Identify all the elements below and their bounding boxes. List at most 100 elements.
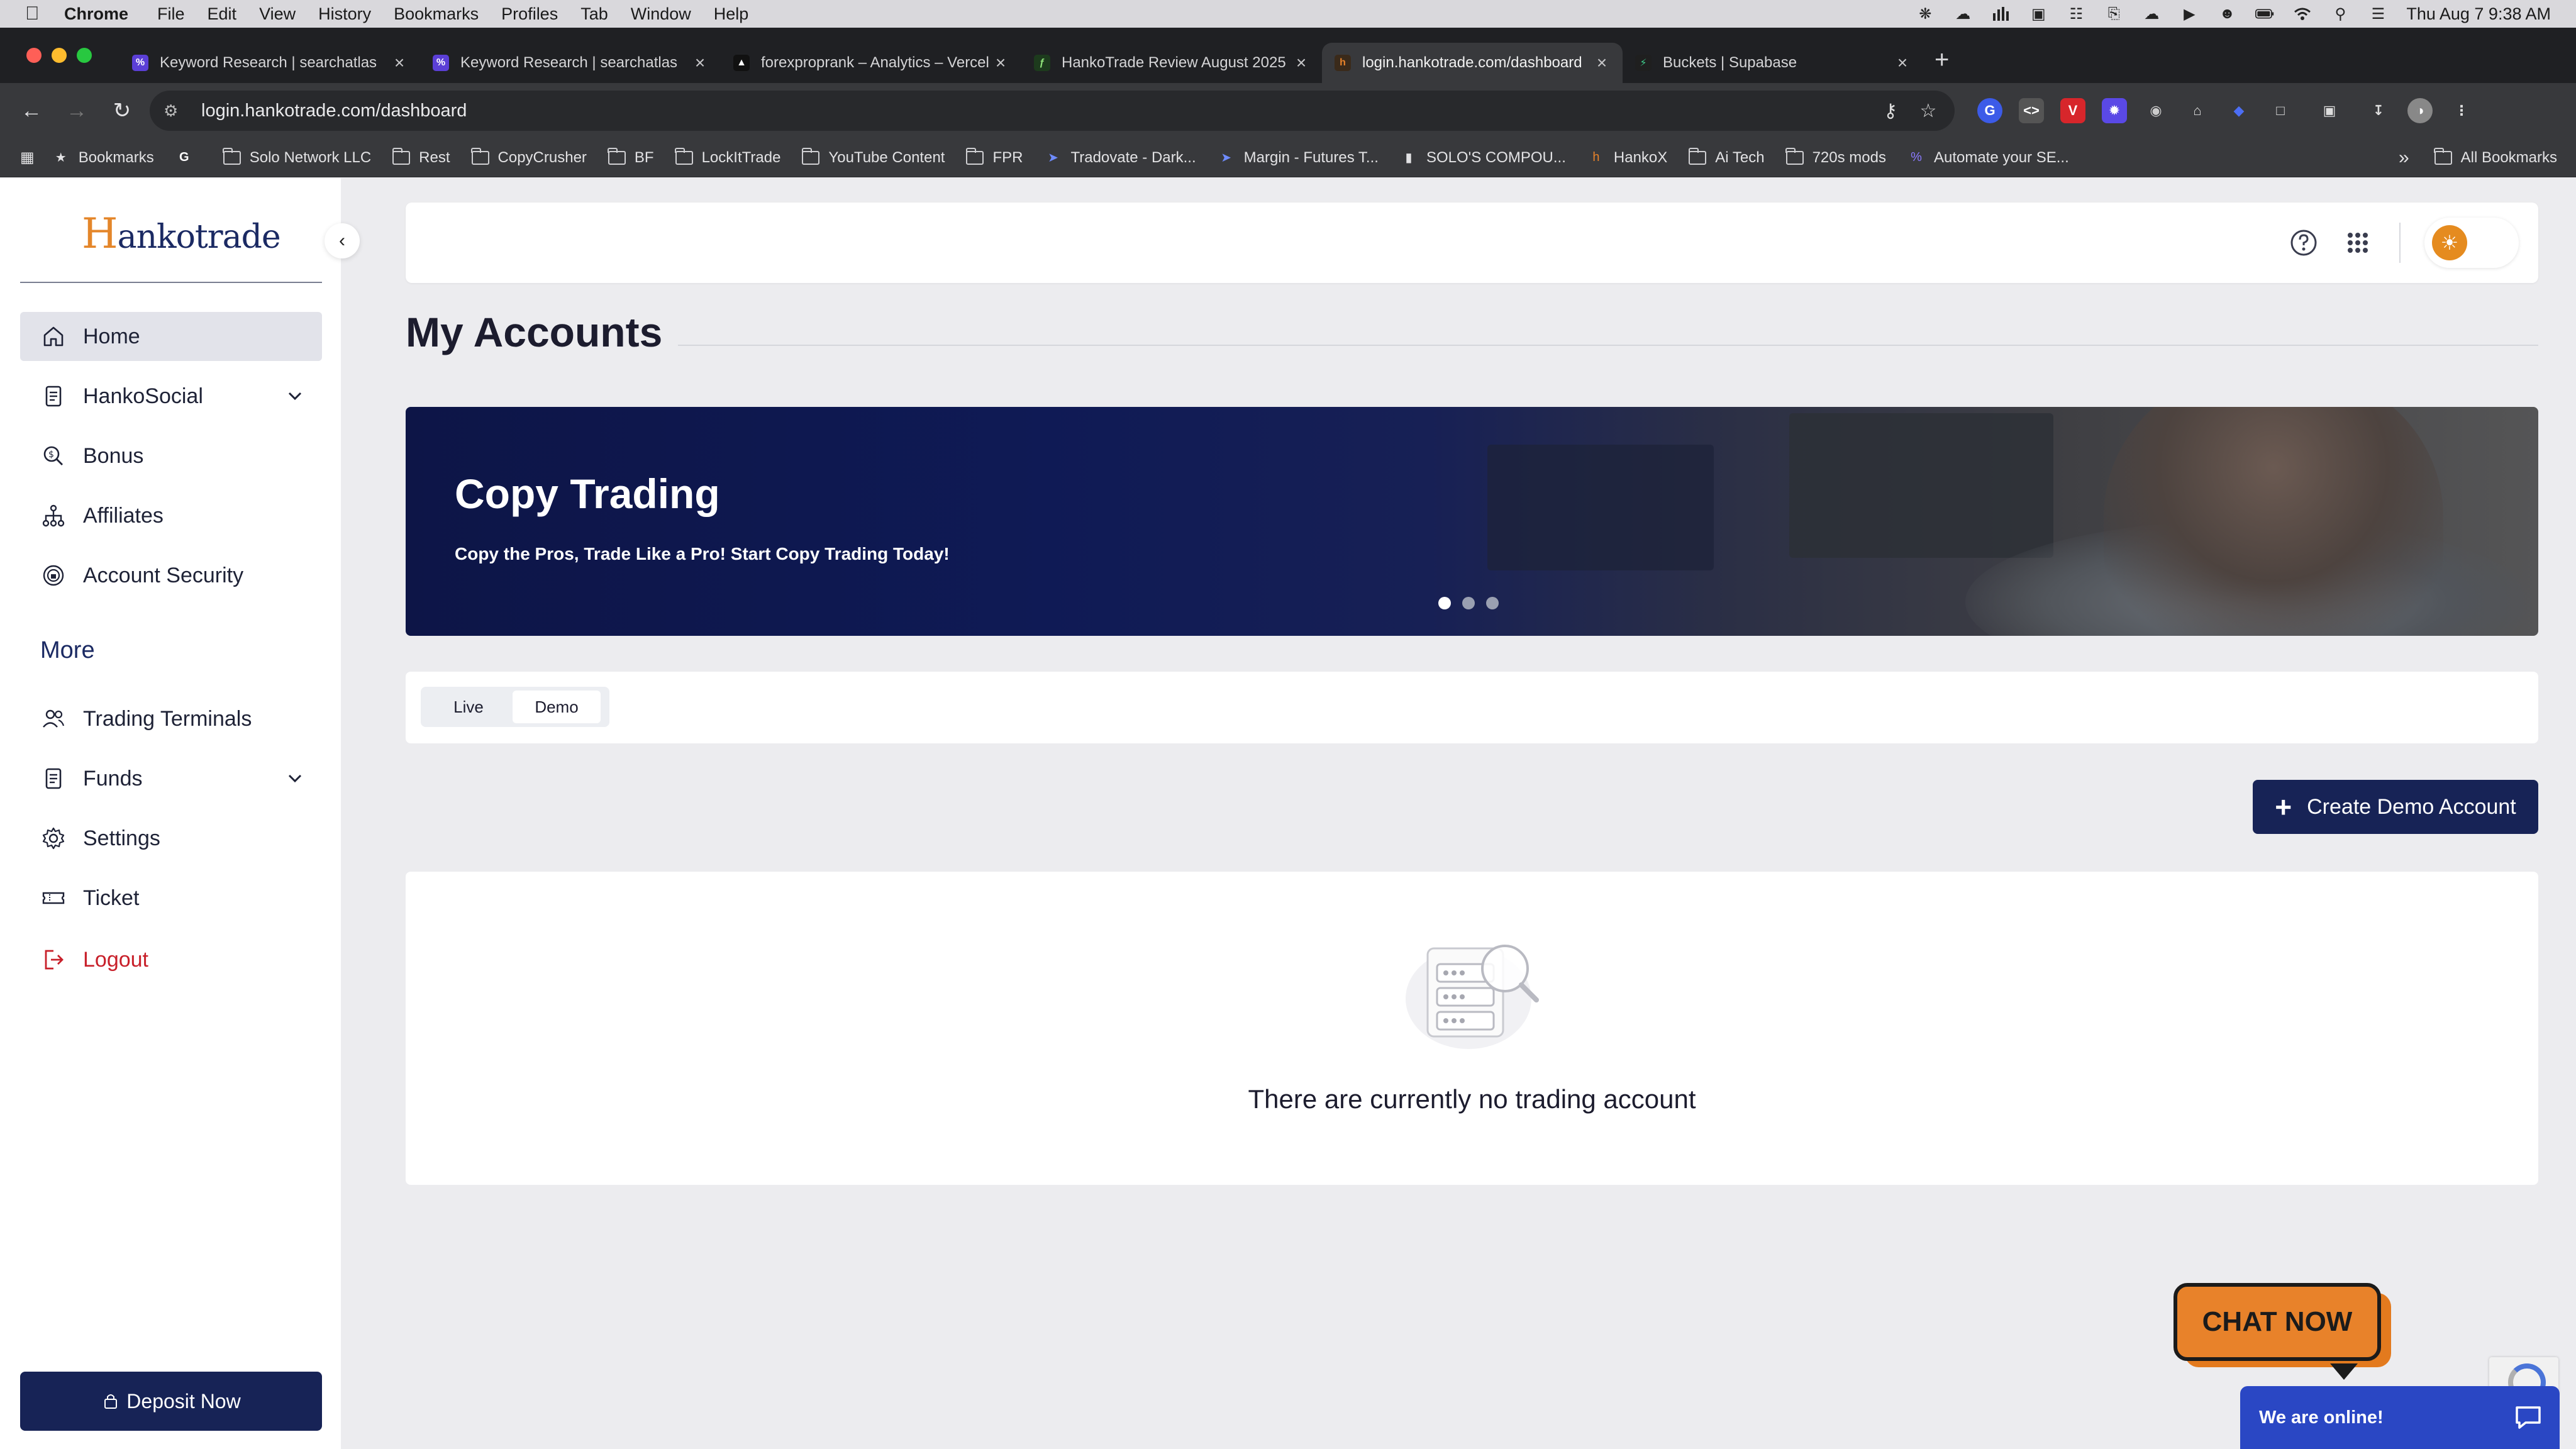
create-demo-account-button[interactable]: + Create Demo Account — [2253, 780, 2538, 834]
code-extension-icon[interactable]: <> — [2019, 98, 2044, 123]
bookmark-folder[interactable]: Rest — [392, 147, 450, 167]
browser-tab[interactable]: % Keyword Research | searchatlas × — [119, 43, 420, 83]
theme-toggle[interactable]: ☀ — [2424, 218, 2519, 268]
close-window-button[interactable] — [26, 48, 42, 63]
bookmark-folder[interactable]: BF — [608, 147, 654, 167]
chevron-down-icon[interactable] — [284, 768, 306, 789]
chat-now-callout[interactable]: CHAT NOW — [2174, 1283, 2391, 1371]
menu-view[interactable]: View — [259, 4, 296, 24]
zoom-window-button[interactable] — [77, 48, 92, 63]
gear-extension-icon[interactable]: ✹ — [2102, 98, 2127, 123]
user-icon[interactable]: ☻ — [2218, 5, 2236, 22]
sidebar-item-trading-terminals[interactable]: Trading Terminals — [20, 694, 322, 743]
close-tab-icon[interactable]: × — [1594, 53, 1610, 73]
bookmark-folder[interactable]: FPR — [965, 147, 1023, 167]
cloud-sync-icon[interactable]: ☁ — [1953, 6, 1972, 23]
sidebar-item-affiliates[interactable]: Affiliates — [20, 491, 322, 540]
back-icon[interactable]: ← — [14, 93, 49, 128]
site-info-icon[interactable]: ⚙ — [164, 101, 189, 121]
menu-help[interactable]: Help — [714, 4, 749, 24]
tab-demo[interactable]: Demo — [513, 691, 601, 723]
download-icon[interactable]: ↧ — [2366, 98, 2391, 123]
menu-bookmarks[interactable]: Bookmarks — [394, 4, 479, 24]
sliders-icon[interactable]: ☷ — [2067, 6, 2085, 23]
collapse-sidebar-button[interactable]: ‹ — [325, 223, 360, 258]
chat-online-bar[interactable]: We are online! — [2240, 1386, 2560, 1449]
puzzle-extensions-icon[interactable]: □ — [2268, 98, 2293, 123]
tag-extension-icon[interactable]: ◆ — [2226, 98, 2251, 123]
close-tab-icon[interactable]: × — [391, 53, 408, 73]
hankotrade-logo[interactable]: Hankotrade — [82, 209, 281, 258]
sidebar-item-settings[interactable]: Settings — [20, 814, 322, 863]
extension-icon[interactable]: G — [1977, 98, 2002, 123]
clipboard-icon[interactable]: ⎘ — [2104, 5, 2123, 22]
browser-tab[interactable]: ⚡ Buckets | Supabase × — [1623, 43, 1923, 83]
app-menu[interactable]: Chrome — [64, 4, 128, 24]
home-extension-icon[interactable]: ⌂ — [2185, 98, 2210, 123]
menu-profiles[interactable]: Profiles — [501, 4, 558, 24]
key-icon[interactable]: ⚷ — [1878, 100, 1903, 122]
bookmark-star-icon[interactable]: ☆ — [1916, 100, 1941, 122]
apps-grid-icon[interactable]: ▦ — [20, 148, 35, 167]
browser-tab[interactable]: ▲ forexproprank – Analytics – Vercel × — [721, 43, 1021, 83]
bookmark-folder[interactable]: Solo Network LLC — [223, 147, 371, 167]
close-tab-icon[interactable]: × — [1894, 53, 1911, 73]
sidebar-item-ticket[interactable]: Ticket — [20, 874, 322, 923]
bookmark-folder[interactable]: 720s mods — [1785, 147, 1886, 167]
bookmark-folder[interactable]: Ai Tech — [1688, 147, 1765, 167]
chevron-down-icon[interactable] — [284, 386, 306, 407]
carousel-dot[interactable] — [1462, 597, 1475, 609]
sidebar-item-funds[interactable]: Funds — [20, 754, 322, 803]
sidebar-item-hankosocial[interactable]: HankoSocial — [20, 372, 322, 421]
bookmark-item[interactable]: ➤ Margin - Futures T... — [1218, 149, 1379, 167]
new-tab-icon[interactable]: + — [1935, 46, 1949, 74]
minimize-window-button[interactable] — [52, 48, 67, 63]
menu-file[interactable]: File — [157, 4, 185, 24]
camera-extension-icon[interactable]: ◉ — [2143, 98, 2168, 123]
reload-icon[interactable]: ↻ — [104, 93, 140, 128]
carousel-dot[interactable] — [1486, 597, 1499, 609]
openai-icon[interactable]: ❋ — [1916, 6, 1935, 23]
browser-tab[interactable]: ƒ HankoTrade Review August 2025 × — [1021, 43, 1322, 83]
menu-window[interactable]: Window — [631, 4, 691, 24]
chrome-menu-icon[interactable]: ⋮ — [2449, 98, 2474, 123]
sidebar-item-account-security[interactable]: Account Security — [20, 551, 322, 600]
sidebar-item-logout[interactable]: Logout — [20, 935, 322, 984]
sidebar-item-bonus[interactable]: $ Bonus — [20, 431, 322, 480]
bookmark-item[interactable]: ★ Bookmarks — [52, 149, 154, 167]
battery-icon[interactable] — [2255, 6, 2274, 22]
close-tab-icon[interactable]: × — [992, 53, 1009, 73]
all-bookmarks[interactable]: All Bookmarks — [2434, 147, 2557, 167]
bookmark-item[interactable]: % Automate your SE... — [1907, 149, 2069, 167]
play-icon[interactable]: ▶ — [2180, 6, 2199, 23]
bookmark-folder[interactable]: YouTube Content — [801, 147, 945, 167]
promo-banner[interactable]: Copy Trading Copy the Pros, Trade Like a… — [406, 407, 2538, 636]
bookmark-item[interactable]: ➤ Tradovate - Dark... — [1044, 149, 1196, 167]
clock[interactable]: Thu Aug 7 9:38 AM — [2406, 4, 2551, 24]
bookmark-folder[interactable]: CopyCrusher — [471, 147, 587, 167]
browser-tab[interactable]: % Keyword Research | searchatlas × — [420, 43, 721, 83]
close-tab-icon[interactable]: × — [1293, 53, 1309, 73]
v-extension-icon[interactable]: V — [2060, 98, 2085, 123]
icloud-icon[interactable]: ☁ — [2142, 6, 2161, 23]
wifi-icon[interactable] — [2293, 6, 2312, 22]
carousel-dot[interactable] — [1438, 597, 1451, 609]
menu-tab[interactable]: Tab — [580, 4, 608, 24]
tab-live[interactable]: Live — [425, 691, 513, 723]
stats-icon[interactable] — [1991, 6, 2010, 22]
control-center-icon[interactable]: ☰ — [2368, 6, 2387, 23]
apple-icon[interactable]:  — [25, 3, 50, 25]
url-text[interactable]: login.hankotrade.com/dashboard — [201, 101, 1865, 121]
sidebar-item-home[interactable]: Home — [20, 312, 322, 361]
spotlight-icon[interactable]: ⚲ — [2331, 6, 2350, 23]
bookmark-folder[interactable]: LockItTrade — [675, 147, 780, 167]
browser-tab-active[interactable]: h login.hankotrade.com/dashboard × — [1322, 43, 1623, 83]
help-icon[interactable] — [2289, 228, 2319, 258]
address-bar[interactable]: ⚙ login.hankotrade.com/dashboard ⚷ ☆ — [150, 91, 1955, 131]
menu-history[interactable]: History — [318, 4, 371, 24]
bookmark-item[interactable]: ▮ SOLO'S COMPOU... — [1400, 149, 1565, 167]
bookmark-item[interactable]: h HankoX — [1587, 149, 1667, 167]
close-tab-icon[interactable]: × — [692, 53, 708, 73]
menu-edit[interactable]: Edit — [208, 4, 237, 24]
deposit-now-button[interactable]: Deposit Now — [20, 1372, 322, 1431]
